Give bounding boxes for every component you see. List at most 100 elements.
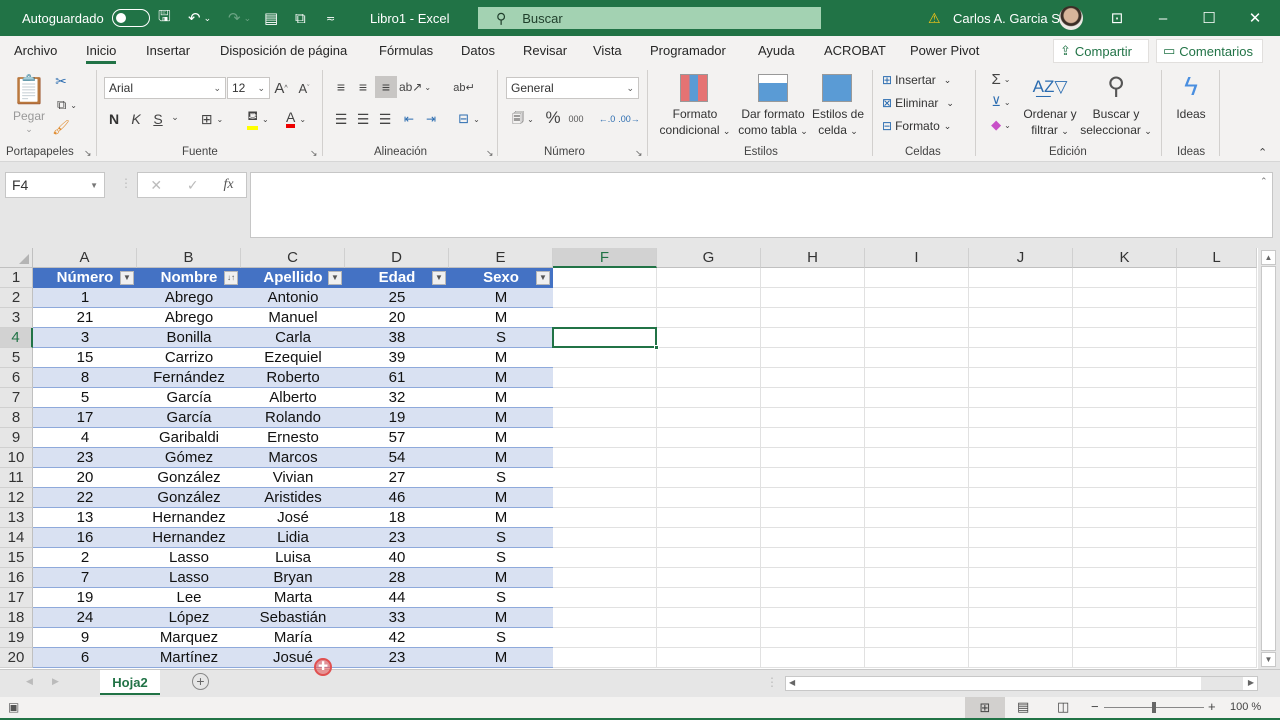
cell-a11[interactable]: 20 — [33, 468, 137, 488]
scroll-right-icon[interactable]: ▶ — [1248, 678, 1254, 687]
cell-a2[interactable]: 1 — [33, 288, 137, 308]
cell-d19[interactable]: 42 — [345, 628, 449, 648]
prev-sheet-icon[interactable]: ◀ — [26, 676, 33, 687]
cell-b13[interactable]: Hernandez — [137, 508, 241, 528]
warning-icon[interactable]: ⚠ — [928, 0, 941, 36]
cell-g17[interactable] — [657, 588, 761, 608]
active-cell-selection[interactable] — [552, 327, 659, 350]
cell-i19[interactable] — [865, 628, 969, 648]
column-header-d[interactable]: D — [345, 248, 449, 268]
minimize-icon[interactable]: – — [1140, 0, 1186, 36]
cell-a5[interactable]: 15 — [33, 348, 137, 368]
cell-c17[interactable]: Marta — [241, 588, 345, 608]
cell-a10[interactable]: 23 — [33, 448, 137, 468]
cell-c9[interactable]: Ernesto — [241, 428, 345, 448]
delete-cells-button[interactable]: ⊠ Eliminar ⌄ — [882, 94, 954, 112]
tab-programador[interactable]: Programador — [650, 43, 726, 58]
row-header-7[interactable]: 7 — [0, 388, 33, 408]
cell-l19[interactable] — [1177, 628, 1257, 648]
cell-c13[interactable]: José — [241, 508, 345, 528]
cell-h16[interactable] — [761, 568, 865, 588]
cell-f3[interactable] — [553, 308, 657, 328]
cell-h8[interactable] — [761, 408, 865, 428]
zoom-slider-thumb[interactable] — [1152, 702, 1156, 713]
cell-j17[interactable] — [969, 588, 1073, 608]
cell-a14[interactable]: 16 — [33, 528, 137, 548]
tab-inicio[interactable]: Inicio — [86, 43, 117, 64]
cell-k10[interactable] — [1073, 448, 1177, 468]
add-sheet-icon[interactable]: + — [192, 673, 209, 690]
cell-f10[interactable] — [553, 448, 657, 468]
cell-j10[interactable] — [969, 448, 1073, 468]
cell-g8[interactable] — [657, 408, 761, 428]
sort-filter-dropdown-icon[interactable]: ↓↑ — [224, 271, 238, 285]
cell-k5[interactable] — [1073, 348, 1177, 368]
column-header-k[interactable]: K — [1073, 248, 1177, 268]
cell-l10[interactable] — [1177, 448, 1257, 468]
cell-l7[interactable] — [1177, 388, 1257, 408]
conditional-format-icon[interactable] — [680, 74, 708, 102]
cell-k12[interactable] — [1073, 488, 1177, 508]
ideas-icon[interactable]: ϟ — [1176, 70, 1206, 102]
cell-a13[interactable]: 13 — [33, 508, 137, 528]
customize-qat-icon[interactable]: ≂ — [326, 0, 335, 36]
cell-j13[interactable] — [969, 508, 1073, 528]
cell-a20[interactable]: 6 — [33, 648, 137, 668]
table-header-d[interactable]: Edad ▼ — [345, 268, 449, 288]
cell-b11[interactable]: González — [137, 468, 241, 488]
cell-a12[interactable]: 22 — [33, 488, 137, 508]
cell-b20[interactable]: Martínez — [137, 648, 241, 668]
cell-g4[interactable] — [657, 328, 761, 348]
sort-filter-button[interactable]: Ordenar y filtrar ⌄ — [1020, 106, 1080, 139]
font-name-select[interactable]: Arial ⌄ — [104, 77, 226, 99]
ideas-button[interactable]: Ideas — [1170, 106, 1212, 122]
cell-g7[interactable] — [657, 388, 761, 408]
vertical-scrollbar[interactable]: ▲ ▼ — [1258, 248, 1280, 669]
cell-f19[interactable] — [553, 628, 657, 648]
find-select-button[interactable]: Buscar y seleccionar ⌄ — [1078, 106, 1154, 139]
cell-k16[interactable] — [1073, 568, 1177, 588]
cell-b2[interactable]: Abrego — [137, 288, 241, 308]
grow-font-icon[interactable]: A ^ — [273, 78, 289, 98]
cell-b6[interactable]: Fernández — [137, 368, 241, 388]
cell-b19[interactable]: Marquez — [137, 628, 241, 648]
cell-k4[interactable] — [1073, 328, 1177, 348]
cell-f18[interactable] — [553, 608, 657, 628]
cell-f16[interactable] — [553, 568, 657, 588]
cell-f5[interactable] — [553, 348, 657, 368]
increase-indent-icon[interactable]: ⇥ — [422, 110, 440, 128]
zoom-in-icon[interactable]: + — [1208, 699, 1216, 714]
cell-e6[interactable]: M — [449, 368, 553, 388]
cell-d11[interactable]: 27 — [345, 468, 449, 488]
row-header-9[interactable]: 9 — [0, 428, 33, 448]
cell-g14[interactable] — [657, 528, 761, 548]
scroll-up-icon[interactable]: ▲ — [1261, 250, 1276, 265]
cell-i15[interactable] — [865, 548, 969, 568]
maximize-icon[interactable]: ☐ — [1186, 0, 1232, 36]
cell-d5[interactable]: 39 — [345, 348, 449, 368]
cell-j6[interactable] — [969, 368, 1073, 388]
cell-h3[interactable] — [761, 308, 865, 328]
orientation-icon[interactable]: ab↗ ⌄ — [399, 78, 431, 96]
cell-a7[interactable]: 5 — [33, 388, 137, 408]
cell-f11[interactable] — [553, 468, 657, 488]
cell-e7[interactable]: M — [449, 388, 553, 408]
conditional-format-button[interactable]: Formato condicional ⌄ — [654, 106, 736, 139]
cell-i18[interactable] — [865, 608, 969, 628]
find-icon[interactable]: ⚲ — [1100, 70, 1132, 102]
cell-l12[interactable] — [1177, 488, 1257, 508]
sort-filter-icon[interactable]: A͟Z▽ — [1033, 72, 1068, 102]
row-header-18[interactable]: 18 — [0, 608, 33, 628]
filter-dropdown-icon[interactable]: ▼ — [328, 271, 342, 285]
font-color-icon[interactable]: A ⌄ — [280, 109, 312, 129]
copy-icon[interactable]: ⧉ ⌄ — [52, 96, 82, 114]
horizontal-scroll-track[interactable] — [1201, 677, 1243, 690]
cell-c19[interactable]: María — [241, 628, 345, 648]
cell-k18[interactable] — [1073, 608, 1177, 628]
cell-c14[interactable]: Lidia — [241, 528, 345, 548]
cell-g16[interactable] — [657, 568, 761, 588]
bold-button[interactable]: N — [106, 109, 122, 129]
cell-i4[interactable] — [865, 328, 969, 348]
cell-l20[interactable] — [1177, 648, 1257, 668]
cell-f15[interactable] — [553, 548, 657, 568]
